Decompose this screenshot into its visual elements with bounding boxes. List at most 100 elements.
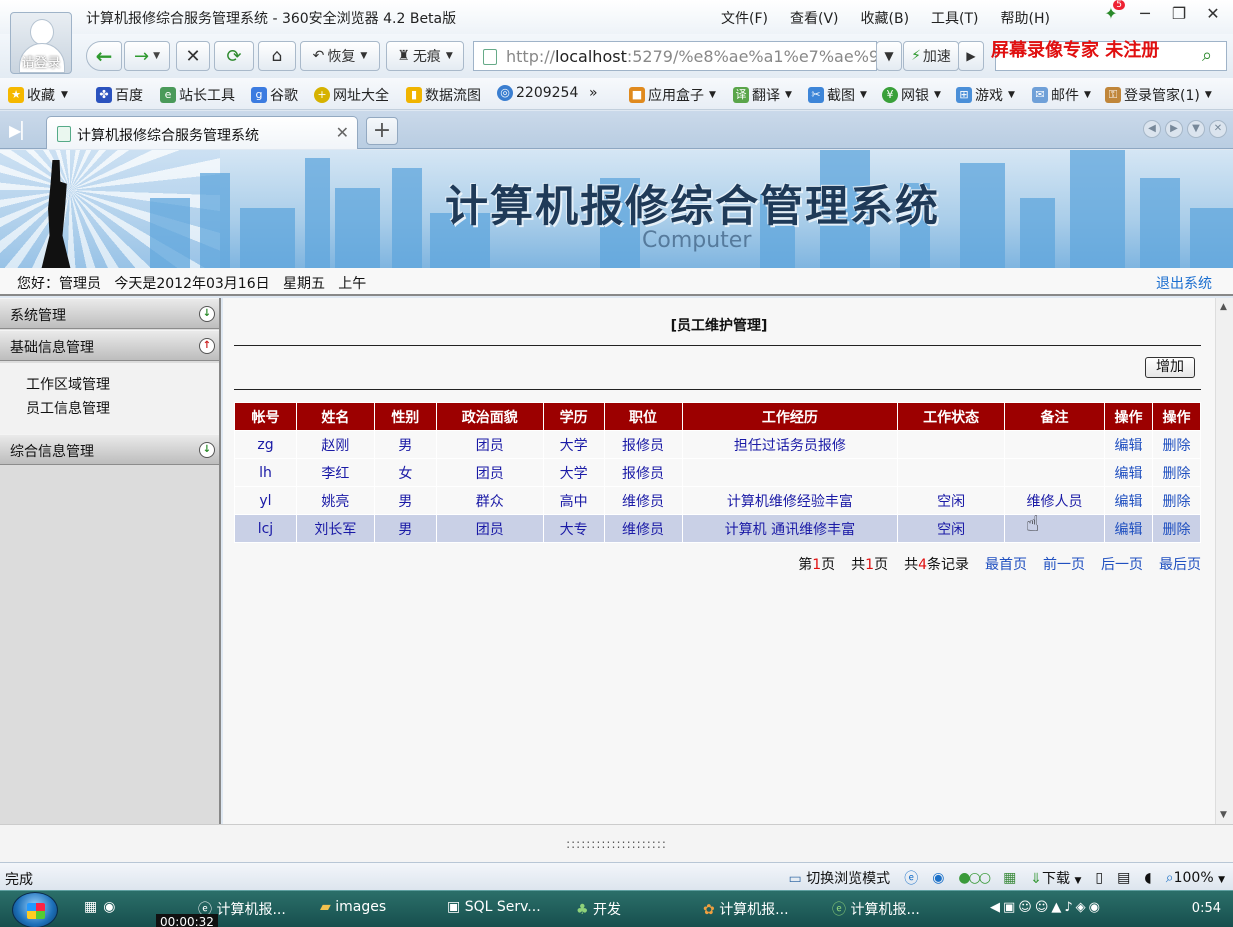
refresh-icon: ⟳ xyxy=(226,45,242,67)
recorder-watermark: 屏幕录像专家 未注册 xyxy=(991,40,1160,61)
first-page-link[interactable]: 最首页 xyxy=(985,554,1027,574)
fav-label: 数据流图 xyxy=(425,88,481,104)
close-window-button[interactable]: ✕ xyxy=(1203,4,1223,23)
fav-dataflow[interactable]: ▮ 数据流图 xyxy=(406,85,481,105)
toggle-switch[interactable]: ●○○ xyxy=(958,870,991,886)
gift-icon[interactable]: ✦ 5 xyxy=(1101,0,1125,23)
delete-link[interactable]: 删除 xyxy=(1151,514,1202,543)
search-icon[interactable]: ⌕ xyxy=(1194,45,1220,67)
sidebar-section-system[interactable]: 系统管理 ↓ xyxy=(0,298,219,329)
start-button[interactable] xyxy=(12,892,58,927)
scroll-right-icon[interactable]: ▶ xyxy=(1165,120,1183,138)
volume-icon[interactable]: ◖ xyxy=(1144,870,1151,886)
trash-icon[interactable]: ▯ xyxy=(1095,870,1103,886)
incognito-button[interactable]: ♜ 无痕 ▼ xyxy=(386,41,464,71)
delete-link[interactable]: 删除 xyxy=(1151,458,1202,487)
fav-label: 收藏 xyxy=(27,88,55,104)
edit-link[interactable]: 编辑 xyxy=(1104,486,1153,515)
fav-google[interactable]: g 谷歌 xyxy=(251,85,298,105)
taskbar-item-browser-2[interactable]: ✿ 计算机报... xyxy=(703,899,789,919)
zoom-control[interactable]: ⌕100% ▼ xyxy=(1166,870,1225,886)
speed-test-icon[interactable]: ▦ xyxy=(1003,870,1016,886)
menu-file[interactable]: 文件(F) xyxy=(721,8,768,28)
sidebar-section-general-info[interactable]: 综合信息管理 ↓ xyxy=(0,434,219,465)
system-clock: 0:54 xyxy=(1191,901,1221,916)
logout-link[interactable]: 退出系统 xyxy=(1156,273,1212,293)
fav-sites[interactable]: + 网址大全 xyxy=(314,85,389,105)
last-page-link[interactable]: 最后页 xyxy=(1159,554,1201,574)
expand-icon[interactable]: ↓ xyxy=(199,306,215,322)
collapse-icon[interactable]: ↑ xyxy=(199,338,215,354)
taskbar-item-images[interactable]: ▰ images xyxy=(320,899,386,915)
delete-link[interactable]: 删除 xyxy=(1151,486,1202,515)
taskbar-item-dev[interactable]: ♣ 开发 xyxy=(576,899,621,919)
menu-view[interactable]: 查看(V) xyxy=(790,8,839,28)
edit-link[interactable]: 编辑 xyxy=(1104,430,1153,459)
minimize-button[interactable]: ─ xyxy=(1135,4,1155,23)
fav-collect[interactable]: ★ 收藏 ▼ xyxy=(8,85,68,105)
fav-games[interactable]: ⊞ 游戏 ▼ xyxy=(956,85,1015,105)
tab-active[interactable]: 计算机报修综合服务管理系统 ✕ xyxy=(46,116,358,149)
box-icon: ■ xyxy=(629,87,645,103)
speed-button[interactable]: ⚡ 加速 xyxy=(903,41,959,71)
security-icon[interactable]: ◉ xyxy=(932,870,944,886)
chevron-down-icon: ▼ xyxy=(1204,90,1212,100)
sidebar-item-work-area[interactable]: 工作区域管理 xyxy=(26,373,219,397)
fav-webmaster[interactable]: e 站长工具 xyxy=(160,85,235,105)
home-button[interactable]: ⌂ xyxy=(258,41,296,71)
new-tab-button[interactable]: + xyxy=(366,117,398,145)
fav-mail[interactable]: ✉ 邮件 ▼ xyxy=(1032,85,1091,105)
task-label: images xyxy=(335,899,387,915)
sidebar-section-basic-info[interactable]: 基础信息管理 ↑ xyxy=(0,330,219,361)
close-all-icon[interactable]: ✕ xyxy=(1209,120,1227,138)
fav-more[interactable]: » xyxy=(589,85,598,101)
quick-launch-icons[interactable]: ▦◉ xyxy=(84,899,121,915)
fav-2209254[interactable]: ◎ 2209254 xyxy=(497,85,578,101)
tab-list-icon[interactable]: ▼ xyxy=(1187,120,1205,138)
user-avatar[interactable]: 请登录 xyxy=(10,12,72,74)
go-button[interactable]: ▶ xyxy=(958,41,984,71)
maximize-button[interactable]: ❐ xyxy=(1169,4,1189,23)
system-tray-icons[interactable]: ◀▣☺☺▲♪◈◉ xyxy=(990,900,1103,915)
frame-splitter[interactable]: :::::::::::::::::::: xyxy=(0,824,1233,862)
fav-login-manager[interactable]: ⚿ 登录管家(1) ▼ xyxy=(1105,85,1212,105)
menu-help[interactable]: 帮助(H) xyxy=(1001,8,1050,28)
sidebar-item-employee-info[interactable]: 员工信息管理 xyxy=(26,397,219,421)
fav-bank[interactable]: ¥ 网银 ▼ xyxy=(882,85,941,105)
menu-tools[interactable]: 工具(T) xyxy=(931,8,978,28)
close-tab-icon[interactable]: ✕ xyxy=(336,123,349,142)
download-button[interactable]: ⇓下载 ▼ xyxy=(1030,868,1081,888)
favorites-bar: ★ 收藏 ▼ ✤ 百度 e 站长工具 g 谷歌 + 网址大全 ▮ 数据流图 ◎ 2209254 … xyxy=(0,78,1233,110)
next-page-link[interactable]: 后一页 xyxy=(1101,554,1143,574)
scroll-down-icon[interactable]: ▼ xyxy=(1220,810,1227,820)
scroll-left-icon[interactable]: ◀ xyxy=(1143,120,1161,138)
scroll-up-icon[interactable]: ▲ xyxy=(1220,302,1227,312)
fav-baidu[interactable]: ✤ 百度 xyxy=(96,85,143,105)
add-button[interactable]: 增加 xyxy=(1145,357,1195,378)
refresh-button[interactable]: ⟳ xyxy=(214,41,254,71)
restore-button[interactable]: ↶ 恢复 ▼ xyxy=(300,41,380,71)
forward-button[interactable]: → ▼ xyxy=(124,41,170,71)
url-dropdown-button[interactable]: ▼ xyxy=(876,41,902,71)
stop-button[interactable]: ✕ xyxy=(176,41,210,71)
edit-link[interactable]: 编辑 xyxy=(1104,458,1153,487)
fav-translate[interactable]: 译翻译 ▼ xyxy=(733,85,792,105)
prev-page-link[interactable]: 前一页 xyxy=(1043,554,1085,574)
restore-label: 恢复 xyxy=(327,49,356,65)
edit-link[interactable]: 编辑 xyxy=(1104,514,1153,543)
employee-table: 帐号 姓名 性别 政治面貌 学历 职位 工作经历 工作状态 备注 操作 操作 z… xyxy=(234,402,1202,543)
ie-icon[interactable]: ⓔ xyxy=(904,868,918,888)
taskbar-item-sql[interactable]: ▣ SQL Serv... xyxy=(447,899,541,915)
switch-mode-button[interactable]: ▭ 切换浏览模式 xyxy=(789,868,891,888)
vertical-scrollbar[interactable]: ▲ ▼ xyxy=(1215,298,1233,824)
sidebar-toggle-icon[interactable]: ▶▏ xyxy=(9,121,34,140)
delete-link[interactable]: 删除 xyxy=(1151,430,1202,459)
address-bar[interactable]: http://localhost:5279/%e8%ae%a1%e7%ae%9 xyxy=(473,41,877,71)
fav-screenshot[interactable]: ✂ 截图 ▼ xyxy=(808,85,867,105)
back-button[interactable]: ← xyxy=(86,41,122,71)
taskbar-item-browser-3[interactable]: ⓔ 计算机报... xyxy=(832,899,920,919)
printer-icon[interactable]: ▤ xyxy=(1117,870,1130,886)
expand-icon[interactable]: ↓ xyxy=(199,442,215,458)
fav-appbox[interactable]: ■ 应用盒子 ▼ xyxy=(629,85,716,105)
menu-favorites[interactable]: 收藏(B) xyxy=(861,8,910,28)
